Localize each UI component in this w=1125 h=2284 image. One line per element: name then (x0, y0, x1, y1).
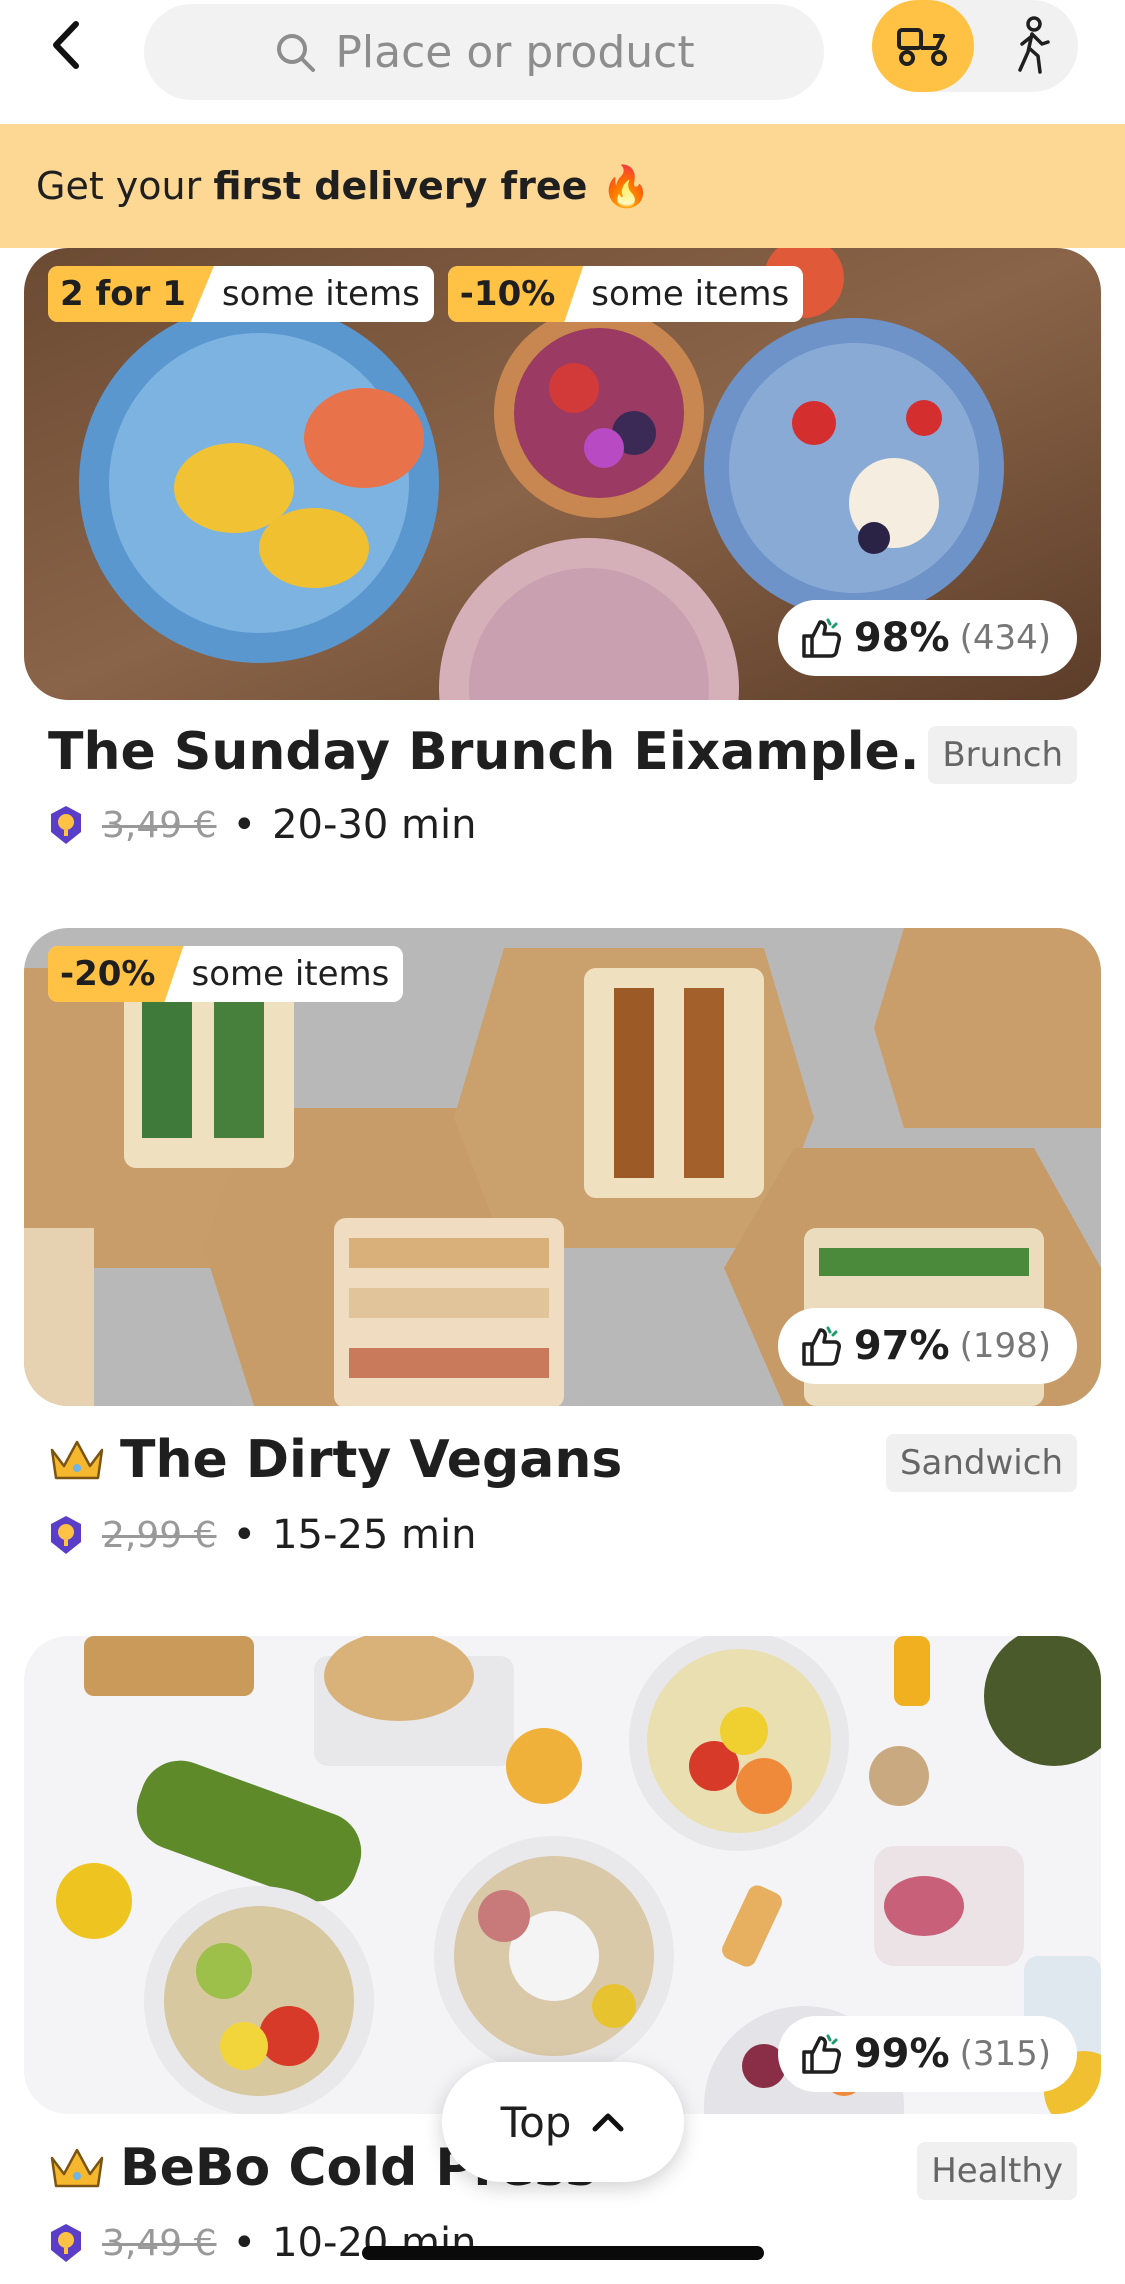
delivery-time: 20-30 min (272, 802, 477, 848)
promo-text: some items (221, 274, 420, 314)
crown-icon (50, 1440, 104, 1480)
walking-person-icon (1018, 16, 1050, 74)
promo-tag: -20% (48, 946, 184, 1002)
promo-tag: -10% (447, 266, 584, 322)
search-placeholder: Place or product (335, 26, 695, 78)
rating-percent: 99% (853, 2031, 950, 2077)
delivery-fee: 3,49 € (102, 2222, 217, 2264)
rating-percent: 97% (853, 1323, 950, 1369)
thumbs-up-icon (802, 2034, 841, 2074)
rating-percent: 98% (853, 615, 950, 661)
promo-badge: 2 for 1 some items (48, 266, 434, 322)
restaurant-name: The Dirty Vegans (48, 1428, 622, 1492)
chevron-up-icon (592, 2113, 624, 2132)
separator: • (232, 2220, 257, 2266)
banner-highlight: first delivery free (213, 164, 588, 208)
delivery-fee: 2,99 € (102, 1514, 217, 1556)
category-badge: Healthy (917, 2142, 1077, 2200)
delivery-info: 3,49 € • 20-30 min (48, 800, 476, 850)
prime-badge-icon (51, 806, 81, 844)
promo-tags: -20% some items (48, 946, 404, 1002)
promo-text: some items (191, 954, 390, 994)
back-button[interactable] (40, 20, 90, 70)
top-bar: Place or product (0, 0, 1125, 124)
restaurant-image[interactable]: 99% (315) (24, 1636, 1101, 2114)
prime-badge-icon (51, 1516, 81, 1554)
promo-badge: -10% some items (447, 266, 804, 322)
delivery-mode-toggle (872, 0, 1078, 92)
rating-badge: 97% (198) (777, 1308, 1077, 1384)
search-input[interactable]: Place or product (144, 4, 824, 100)
thumbs-up-icon (802, 1326, 841, 1366)
promo-tags: 2 for 1 some items -10% some items (48, 266, 804, 322)
pickup-mode-button[interactable] (1000, 0, 1064, 92)
delivery-info: 3,49 € • 10-20 min (48, 2218, 476, 2268)
search-icon (277, 34, 316, 72)
rating-count: (198) (959, 1326, 1051, 1366)
category-badge: Brunch (928, 726, 1077, 784)
rating-badge: 99% (315) (777, 2016, 1077, 2092)
restaurant-name: The Sunday Brunch Eixample. (48, 722, 920, 782)
rating-badge: 98% (434) (777, 600, 1077, 676)
scooter-icon (897, 28, 947, 66)
thumbs-up-icon (802, 618, 841, 658)
delivery-time: 15-25 min (272, 1512, 477, 1558)
restaurant-image[interactable]: -20% some items 97% (198) (24, 928, 1101, 1406)
separator: • (232, 1512, 257, 1558)
promo-tag: 2 for 1 (48, 266, 214, 322)
rating-count: (434) (959, 618, 1051, 658)
promo-text: some items (591, 274, 790, 314)
separator: • (232, 802, 257, 848)
delivery-mode-button[interactable] (872, 0, 974, 92)
home-indicator[interactable] (362, 2246, 764, 2260)
free-delivery-banner[interactable]: Get your first delivery free 🔥 (0, 124, 1125, 248)
promo-badge: -20% some items (48, 946, 404, 1002)
restaurant-image[interactable]: 2 for 1 some items -10% some items 98% (43… (24, 248, 1101, 700)
prime-badge-icon (51, 2224, 81, 2262)
category-badge: Sandwich (885, 1434, 1077, 1492)
delivery-info: 2,99 € • 15-25 min (48, 1510, 476, 1560)
fire-icon: 🔥 (601, 163, 652, 210)
crown-icon (50, 2148, 104, 2188)
delivery-fee: 3,49 € (102, 804, 217, 846)
scroll-to-top-button[interactable]: Top (442, 2062, 684, 2182)
top-button-label: Top (500, 2097, 572, 2147)
chevron-left-icon (53, 21, 79, 69)
rating-count: (315) (959, 2034, 1051, 2074)
banner-text: Get your first delivery free (36, 164, 588, 208)
